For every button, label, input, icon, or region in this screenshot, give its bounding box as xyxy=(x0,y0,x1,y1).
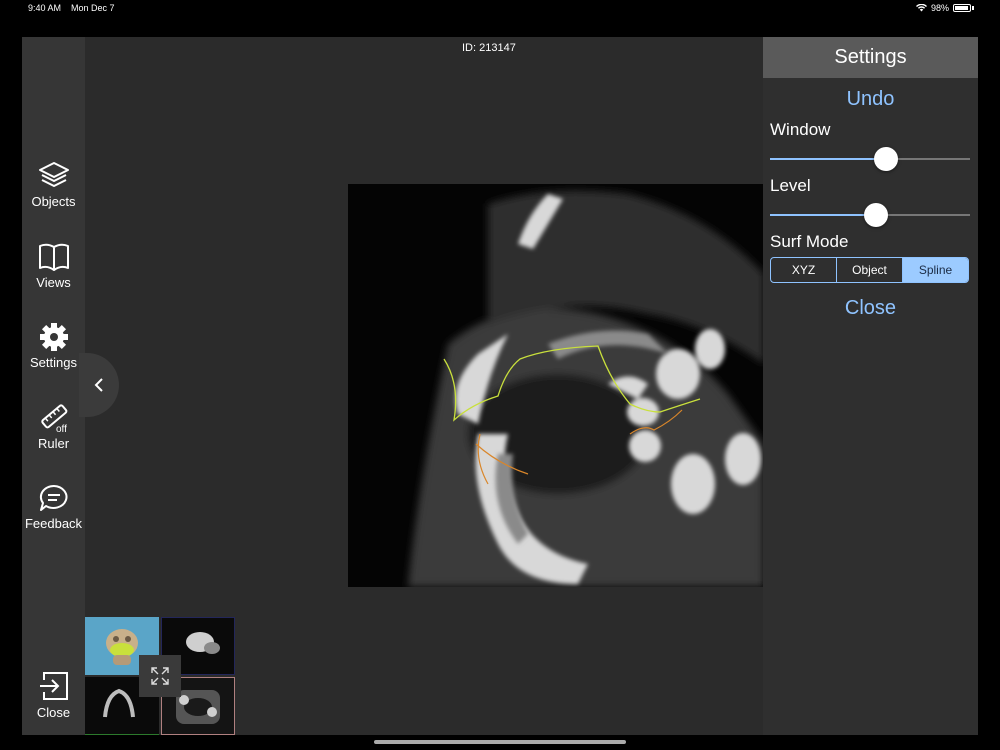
collapse-sidebar-button[interactable] xyxy=(79,353,119,417)
battery-icon xyxy=(953,4,971,12)
undo-button[interactable]: Undo xyxy=(763,88,978,111)
level-slider[interactable] xyxy=(770,203,970,227)
settings-header: Settings xyxy=(763,37,978,78)
surf-mode-option-xyz[interactable]: XYZ xyxy=(771,258,837,282)
expand-arrows-icon xyxy=(151,667,169,685)
status-date: Mon Dec 7 xyxy=(71,3,115,13)
window-label: Window xyxy=(770,120,831,139)
sidebar-item-label: Objects xyxy=(31,194,76,209)
chat-bubble-icon xyxy=(39,484,67,511)
level-slider-fill xyxy=(770,214,876,216)
app-window: Objects Views Settings off Ruler Feedbac… xyxy=(22,37,978,735)
ruler-icon: off xyxy=(40,404,67,433)
settings-close-button[interactable]: Close xyxy=(763,297,978,320)
ct-slice-viewer[interactable] xyxy=(348,184,764,587)
status-bar: 9:40 AM Mon Dec 7 98% xyxy=(0,0,1000,16)
home-indicator[interactable] xyxy=(374,740,626,744)
case-id-label: ID: 213147 xyxy=(462,42,516,54)
sidebar-item-label: Feedback xyxy=(24,516,83,531)
surf-mode-option-object[interactable]: Object xyxy=(837,258,903,282)
level-label: Level xyxy=(770,176,811,195)
sidebar-item-feedback[interactable]: Feedback xyxy=(22,483,85,531)
status-right: 98% xyxy=(915,3,974,13)
close-button[interactable]: Close xyxy=(22,670,85,720)
status-time: 9:40 AM xyxy=(28,3,62,13)
level-slider-thumb[interactable] xyxy=(864,203,888,227)
sidebar-item-ruler[interactable]: off Ruler xyxy=(22,403,85,451)
ct-scan-image xyxy=(348,184,764,587)
sidebar-item-label: Views xyxy=(36,275,71,290)
sidebar-item-settings[interactable]: Settings xyxy=(22,322,85,370)
surf-mode-segmented-control: XYZ Object Spline xyxy=(770,257,969,283)
settings-panel: Settings Undo Window Level Surf Mode XYZ… xyxy=(763,37,978,735)
sidebar-item-views[interactable]: Views xyxy=(22,242,85,290)
settings-title: Settings xyxy=(834,46,907,68)
surf-mode-label: Surf Mode xyxy=(770,232,849,251)
expand-thumbnails-button[interactable] xyxy=(139,655,181,697)
chevron-left-icon xyxy=(94,378,103,392)
surf-mode-option-spline[interactable]: Spline xyxy=(903,258,968,282)
window-slider-thumb[interactable] xyxy=(874,147,898,171)
sidebar-item-label: Ruler xyxy=(37,436,70,451)
window-slider[interactable] xyxy=(770,147,970,171)
sidebar-item-label: Settings xyxy=(30,355,77,370)
ruler-off-badge: off xyxy=(56,424,67,433)
window-slider-fill xyxy=(770,158,886,160)
battery-percent: 98% xyxy=(930,3,949,13)
gear-icon xyxy=(39,323,68,351)
sidebar-item-objects[interactable]: Objects xyxy=(22,161,85,209)
wifi-icon xyxy=(915,4,927,12)
exit-icon xyxy=(39,672,68,700)
book-icon xyxy=(38,243,69,271)
battery-tip xyxy=(972,6,974,10)
close-label: Close xyxy=(36,705,71,720)
layers-icon xyxy=(38,162,69,187)
sidebar: Objects Views Settings off Ruler Feedbac… xyxy=(22,37,85,735)
